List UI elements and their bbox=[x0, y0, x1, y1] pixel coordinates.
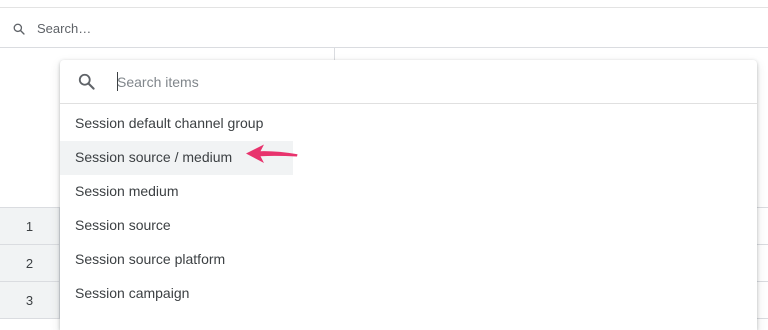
dropdown-item-list: Session default channel group Session so… bbox=[60, 107, 757, 311]
search-icon bbox=[78, 73, 95, 90]
list-item-label: Session source platform bbox=[75, 251, 226, 267]
list-item-label: Session medium bbox=[75, 183, 179, 199]
list-item-label: Session source bbox=[75, 217, 171, 233]
list-item-session-campaign[interactable]: Session campaign bbox=[60, 277, 757, 311]
search-icon bbox=[13, 23, 25, 35]
list-item-session-source-medium[interactable]: Session source / medium bbox=[60, 141, 757, 175]
dropdown-search-bar bbox=[60, 60, 757, 104]
row-number: 3 bbox=[0, 282, 60, 318]
top-divider bbox=[0, 7, 768, 8]
column-divider bbox=[334, 48, 335, 60]
list-item-session-source[interactable]: Session source bbox=[60, 209, 757, 243]
report-search-placeholder: Search… bbox=[37, 21, 92, 36]
text-cursor bbox=[117, 72, 118, 91]
list-item-label: Session default channel group bbox=[75, 115, 264, 131]
row-number: 2 bbox=[0, 245, 60, 281]
pointer-arrow-icon bbox=[246, 144, 298, 163]
dimension-picker-dropdown: Session default channel group Session so… bbox=[60, 60, 757, 330]
row-number: 1 bbox=[0, 208, 60, 244]
list-item-label: Session source / medium bbox=[75, 149, 233, 165]
list-item-session-source-platform[interactable]: Session source platform bbox=[60, 243, 757, 277]
report-search-bar[interactable]: Search… bbox=[0, 9, 768, 48]
list-item-session-medium[interactable]: Session medium bbox=[60, 175, 757, 209]
search-items-input[interactable] bbox=[117, 71, 717, 93]
list-item-label: Session campaign bbox=[75, 285, 190, 301]
list-item-session-default-channel-group[interactable]: Session default channel group bbox=[60, 107, 757, 141]
